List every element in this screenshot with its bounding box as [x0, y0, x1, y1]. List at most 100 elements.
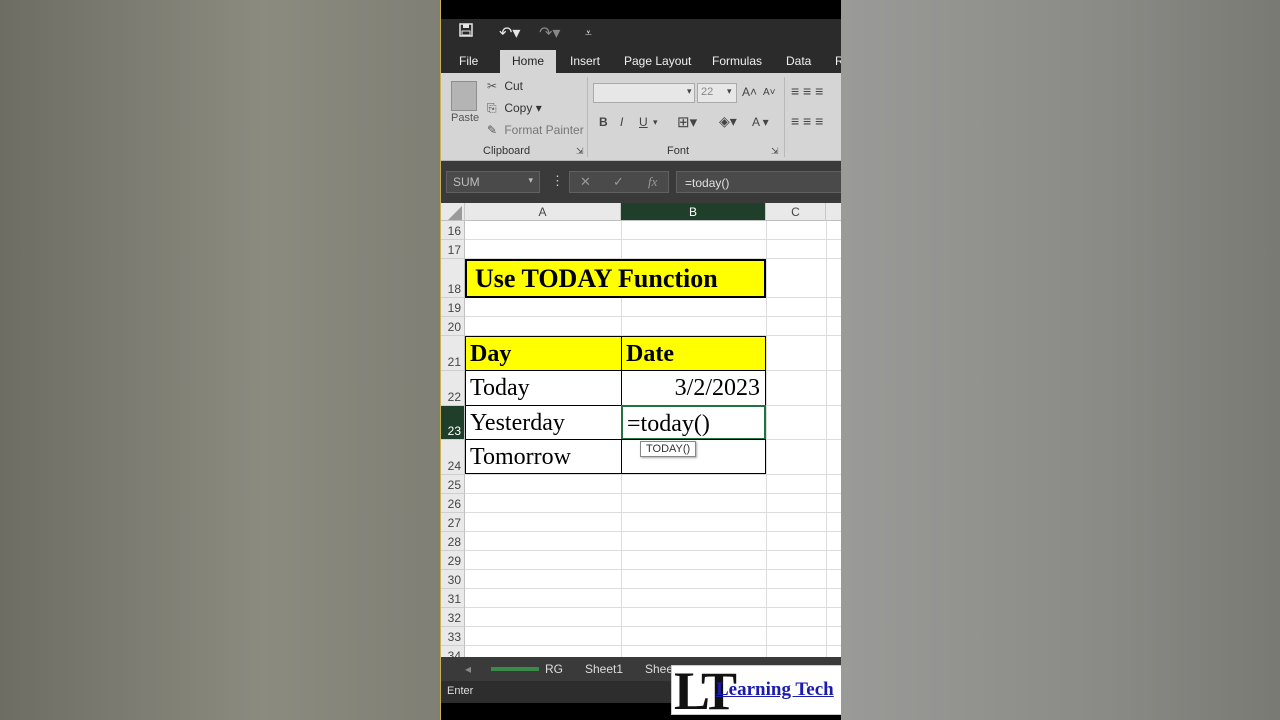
- sheet-tab-rg[interactable]: RG: [545, 662, 563, 676]
- decrease-font-icon[interactable]: A˅: [763, 87, 776, 98]
- ribbon-tabs: File Home Insert Page Layout Formulas Da…: [441, 47, 841, 73]
- cell-a24[interactable]: Tomorrow: [465, 439, 622, 474]
- bold-button[interactable]: B: [599, 115, 608, 129]
- row-header-17[interactable]: 17: [441, 240, 465, 259]
- clipboard-group-label: Clipboard: [483, 145, 531, 157]
- gridline: [465, 239, 841, 240]
- ribbon-separator: [587, 77, 588, 157]
- font-launcher-icon[interactable]: ⇲: [771, 146, 779, 157]
- row-header-32[interactable]: 32: [441, 608, 465, 627]
- scroll-left-icon[interactable]: ◂: [465, 662, 471, 676]
- row-header-23[interactable]: 23: [441, 406, 465, 440]
- active-sheet-tab[interactable]: [491, 667, 539, 671]
- copy-button[interactable]: ⎘ Copy ▾: [487, 101, 542, 116]
- paste-button[interactable]: Paste: [451, 112, 479, 124]
- tab-insert[interactable]: Insert: [570, 54, 600, 68]
- column-header-a[interactable]: A: [465, 203, 621, 221]
- font-size-dropdown-icon[interactable]: ▾: [727, 86, 732, 97]
- active-cell-b23[interactable]: =today(): [621, 405, 766, 440]
- gridline: [766, 221, 767, 657]
- logo-text: Learning Tech: [716, 679, 834, 700]
- tab-formulas[interactable]: Formulas: [712, 54, 762, 68]
- fx-icon[interactable]: fx: [648, 174, 657, 190]
- clipboard-launcher-icon[interactable]: ⇲: [576, 146, 584, 157]
- row-header-22[interactable]: 22: [441, 371, 465, 406]
- title-cell[interactable]: Use TODAY Function: [465, 259, 766, 298]
- format-painter-button[interactable]: ✎ Format Painter: [487, 123, 584, 137]
- gridline: [465, 626, 841, 627]
- gridline: [465, 645, 841, 646]
- fill-color-icon[interactable]: ◈▾: [719, 113, 737, 130]
- scissors-icon: ✂: [487, 79, 498, 93]
- header-day-cell[interactable]: Day: [465, 336, 622, 371]
- gridline: [465, 550, 841, 551]
- redo-icon[interactable]: ↷▾: [539, 23, 560, 43]
- name-box[interactable]: SUM ▾: [446, 171, 540, 193]
- underline-button[interactable]: U: [639, 115, 648, 129]
- top-bar: [441, 0, 841, 19]
- italic-button[interactable]: I: [620, 115, 623, 129]
- row-header-26[interactable]: 26: [441, 494, 465, 513]
- row-header-29[interactable]: 29: [441, 551, 465, 570]
- font-name-dropdown-icon[interactable]: ▾: [687, 86, 692, 97]
- select-all-corner[interactable]: [441, 203, 465, 221]
- formula-buttons: ✕ ✓ fx: [569, 171, 669, 193]
- row-header-28[interactable]: 28: [441, 532, 465, 551]
- paste-icon[interactable]: [451, 81, 477, 111]
- worksheet-grid[interactable]: A B C 16 17 18 19 20 21 22 23 24 25 26 2…: [441, 203, 841, 657]
- font-group-label: Font: [667, 145, 690, 157]
- header-date-cell[interactable]: Date: [621, 336, 766, 371]
- formula-bar: SUM ▾ ⋮ ✕ ✓ fx =today(): [441, 161, 841, 203]
- tab-file[interactable]: File: [459, 54, 478, 68]
- more-icon[interactable]: ⋮: [551, 173, 564, 189]
- column-header-c[interactable]: C: [766, 203, 826, 221]
- background-right: [841, 0, 1280, 720]
- row-header-30[interactable]: 30: [441, 570, 465, 589]
- tab-home[interactable]: Home: [500, 50, 557, 73]
- tab-page-layout[interactable]: Page Layout: [624, 54, 691, 68]
- row-header-18[interactable]: 18: [441, 259, 465, 298]
- sheet-tab-partial[interactable]: Shee: [645, 662, 673, 676]
- font-color-icon[interactable]: A ▾: [752, 115, 769, 129]
- quick-access-toolbar: ↶▾ ↷▾ ⩡: [441, 19, 841, 47]
- sheet-tab-sheet1[interactable]: Sheet1: [585, 662, 623, 676]
- font-name-box[interactable]: [593, 83, 695, 103]
- row-header-34[interactable]: 34: [441, 646, 465, 657]
- row-header-21[interactable]: 21: [441, 336, 465, 371]
- gridline: [465, 588, 841, 589]
- tab-review[interactable]: R: [835, 54, 841, 68]
- row-header-19[interactable]: 19: [441, 298, 465, 317]
- customize-qat-icon[interactable]: ⩡: [585, 26, 592, 41]
- undo-icon[interactable]: ↶▾: [499, 23, 520, 43]
- brush-icon: ✎: [487, 123, 498, 137]
- cell-a22[interactable]: Today: [465, 370, 622, 406]
- status-mode: Enter: [447, 685, 474, 697]
- cell-a23[interactable]: Yesterday: [465, 405, 622, 440]
- row-header-24[interactable]: 24: [441, 440, 465, 475]
- gridline: [465, 512, 841, 513]
- gridline: [465, 493, 841, 494]
- cancel-icon[interactable]: ✕: [580, 174, 591, 190]
- increase-font-icon[interactable]: A˄: [742, 85, 757, 99]
- cell-b22[interactable]: 3/2/2023: [621, 370, 766, 406]
- excel-window: ↶▾ ↷▾ ⩡ File Home Insert Page Layout For…: [440, 0, 841, 720]
- column-header-d[interactable]: [826, 203, 841, 221]
- formula-input[interactable]: =today(): [676, 171, 841, 193]
- row-header-16[interactable]: 16: [441, 221, 465, 240]
- name-box-dropdown-icon[interactable]: ▾: [528, 175, 533, 186]
- ribbon: Paste ✂ Cut ⎘ Copy ▾ ✎ Format Painter Cl…: [441, 73, 841, 161]
- row-header-33[interactable]: 33: [441, 627, 465, 646]
- row-header-20[interactable]: 20: [441, 317, 465, 336]
- column-header-b[interactable]: B: [621, 203, 766, 221]
- tab-data[interactable]: Data: [786, 54, 811, 68]
- save-icon[interactable]: [459, 23, 473, 42]
- align-left-icon[interactable]: ≡ ≡ ≡: [791, 113, 823, 129]
- align-top-icon[interactable]: ≡ ≡ ≡: [791, 83, 823, 99]
- borders-icon[interactable]: ⊞▾: [677, 113, 697, 131]
- cut-button[interactable]: ✂ Cut: [487, 79, 523, 93]
- row-header-25[interactable]: 25: [441, 475, 465, 494]
- underline-dropdown-icon[interactable]: ▾: [653, 117, 658, 128]
- enter-icon[interactable]: ✓: [613, 174, 624, 190]
- row-header-27[interactable]: 27: [441, 513, 465, 532]
- row-header-31[interactable]: 31: [441, 589, 465, 608]
